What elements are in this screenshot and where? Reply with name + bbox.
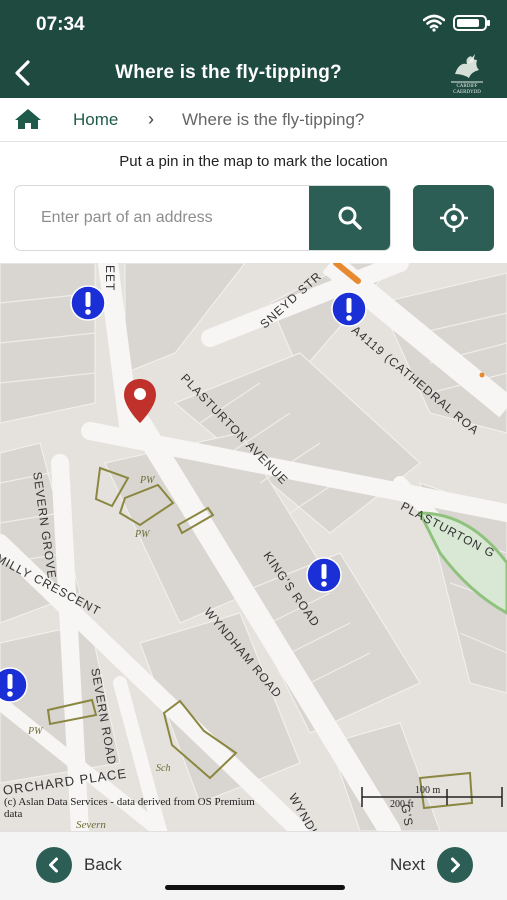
search-button[interactable] — [309, 186, 390, 250]
page-title: Where is the fly-tipping? — [115, 62, 342, 83]
back-button[interactable]: Back — [36, 847, 122, 883]
svg-text:CARDIFF: CARDIFF — [456, 84, 477, 89]
search-icon — [338, 206, 362, 230]
status-icons — [423, 14, 490, 32]
location-map[interactable]: EET SNEYD STR A4119 (CATHEDRAL ROA PLAST… — [0, 263, 507, 831]
place-of-worship-label: PW — [140, 475, 155, 486]
status-time: 07:34 — [36, 14, 85, 35]
exclamation-icon[interactable] — [331, 291, 367, 327]
breadcrumb: Home › Where is the fly-tipping? — [0, 98, 507, 142]
chevron-left-icon — [36, 847, 72, 883]
map-base — [0, 263, 507, 831]
battery-icon — [453, 15, 490, 31]
home-icon[interactable] — [14, 108, 42, 130]
exclamation-icon[interactable] — [0, 667, 28, 703]
school-label: Sch — [156, 763, 171, 774]
place-of-worship-label: PW — [28, 726, 43, 737]
instruction-text: Put a pin in the map to mark the locatio… — [119, 153, 388, 170]
chevron-right-icon — [437, 847, 473, 883]
wifi-icon — [423, 14, 445, 32]
place-of-worship-label: PW — [135, 529, 150, 540]
breadcrumb-home-link[interactable]: Home — [73, 110, 118, 130]
back-label: Back — [84, 855, 122, 874]
exclamation-icon[interactable] — [70, 285, 106, 321]
locate-me-button[interactable] — [413, 185, 494, 251]
address-search — [14, 185, 391, 251]
next-button[interactable]: Next — [390, 847, 473, 883]
crosshair-icon — [439, 204, 468, 232]
road-label: Severn — [76, 819, 106, 831]
app-header: 07:34 Where is the fly-tipping? CARDIFF … — [0, 0, 507, 98]
breadcrumb-current: Where is the fly-tipping? — [182, 110, 365, 129]
map-attribution: (c) Aslan Data Services - data derived f… — [4, 796, 255, 820]
address-search-input[interactable] — [15, 186, 311, 250]
breadcrumb-separator: › — [148, 109, 154, 129]
scale-label-metres: 100 m — [415, 785, 441, 796]
exclamation-icon[interactable] — [306, 557, 342, 593]
next-label: Next — [390, 855, 425, 874]
map-pin-icon[interactable] — [122, 377, 158, 425]
home-indicator — [165, 885, 345, 890]
scale-label-feet: 200 ft — [390, 799, 414, 810]
svg-text:CAERDYDD: CAERDYDD — [453, 90, 481, 94]
cardiff-logo: CARDIFF CAERDYDD — [451, 54, 483, 94]
